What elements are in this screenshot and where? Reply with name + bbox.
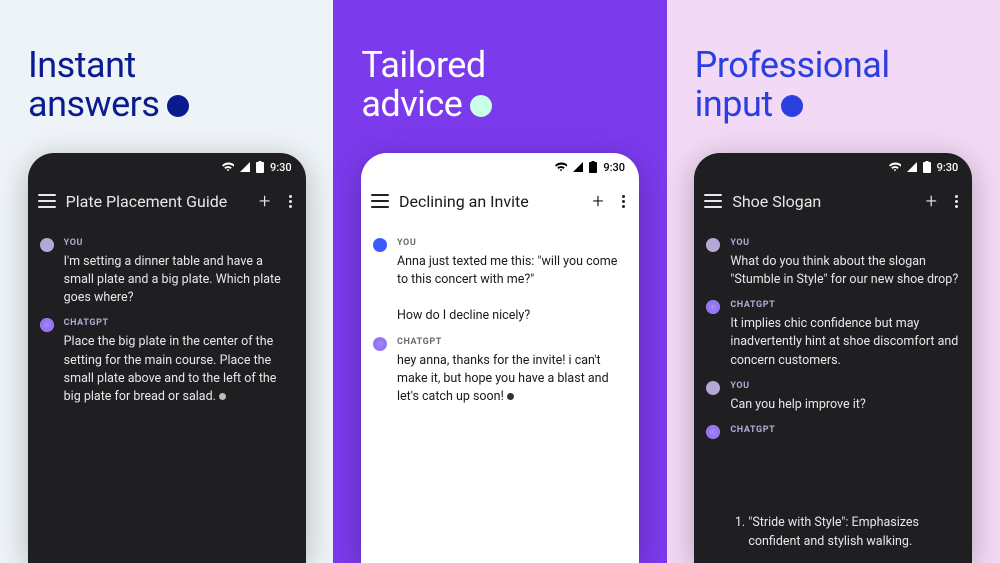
chat-thread: YOU I'm setting a dinner table and have … [28, 221, 306, 418]
app-bar: Plate Placement Guide + [28, 181, 306, 221]
status-time: 9:30 [270, 161, 292, 174]
battery-icon [923, 161, 931, 173]
plus-icon[interactable]: + [255, 191, 275, 211]
chat-thread: YOU What do you think about the slogan "… [694, 221, 972, 563]
status-bar: 9:30 [694, 153, 972, 181]
headline: Professional input [695, 46, 890, 124]
panel-professional-input: Professional input 9:30 Shoe Slogan + [667, 0, 1000, 563]
wifi-icon [555, 162, 567, 172]
avatar-user [706, 381, 720, 395]
wifi-icon [222, 162, 234, 172]
message-assistant: CHATGPT It implies chic confidence but m… [706, 299, 960, 369]
panel-instant-answers: Instant answers 9:30 Plate Placement Gui… [0, 0, 333, 563]
chat-thread: YOU Anna just texted me this: "will you … [361, 221, 639, 418]
app-showcase: Instant answers 9:30 Plate Placement Gui… [0, 0, 1000, 563]
phone-mockup: 9:30 Plate Placement Guide + YOU I'm set… [28, 153, 306, 563]
chat-title: Declining an Invite [399, 192, 578, 211]
avatar-user [706, 238, 720, 252]
status-time: 9:30 [603, 161, 625, 174]
chat-title: Plate Placement Guide [66, 192, 245, 211]
headline-line1: Instant [28, 46, 136, 85]
avatar-assistant [706, 300, 720, 314]
headline-line2: input [695, 85, 773, 124]
headline-dot-icon [167, 95, 189, 117]
message-user: YOU I'm setting a dinner table and have … [40, 237, 294, 307]
signal-icon [240, 162, 250, 172]
hamburger-icon[interactable] [704, 194, 722, 208]
headline-dot-icon [470, 95, 492, 117]
sender-label: CHATGPT [730, 299, 960, 312]
suggestion-list: "Stride with Style": Emphasizes confiden… [730, 478, 960, 563]
message-text: What do you think about the slogan "Stum… [730, 253, 960, 289]
message-text: I'm setting a dinner table and have a sm… [64, 253, 294, 307]
message-text: Place the big plate in the center of the… [64, 333, 294, 406]
avatar-user [40, 238, 54, 252]
sender-label: CHATGPT [730, 424, 960, 437]
sender-label: YOU [64, 237, 294, 250]
avatar-assistant [706, 425, 720, 439]
status-time: 9:30 [937, 161, 959, 174]
avatar-user [373, 238, 387, 252]
hamburger-icon[interactable] [38, 194, 56, 208]
plus-icon[interactable]: + [588, 191, 608, 211]
status-bar: 9:30 [28, 153, 306, 181]
cursor-dot-icon [219, 393, 226, 400]
message-text: Can you help improve it? [730, 396, 960, 414]
avatar-assistant [373, 337, 387, 351]
message-text: hey anna, thanks for the invite! i can't… [397, 352, 627, 406]
sender-label: CHATGPT [64, 317, 294, 330]
avatar-assistant [40, 318, 54, 332]
message-assistant: CHATGPT Place the big plate in the cente… [40, 317, 294, 406]
more-icon[interactable] [951, 195, 962, 208]
more-icon[interactable] [285, 195, 296, 208]
plus-icon[interactable]: + [921, 191, 941, 211]
more-icon[interactable] [618, 195, 629, 208]
sender-label: CHATGPT [397, 336, 627, 349]
status-bar: 9:30 [361, 153, 639, 181]
message-text: It implies chic confidence but may inadv… [730, 315, 960, 369]
phone-mockup: 9:30 Shoe Slogan + YOU What do you think… [694, 153, 972, 563]
headline: Instant answers [28, 46, 189, 124]
message-user: YOU Can you help improve it? [706, 380, 960, 414]
cursor-dot-icon [507, 393, 514, 400]
sender-label: YOU [730, 380, 960, 393]
message-text: Anna just texted me this: "will you come… [397, 253, 627, 326]
message-assistant: CHATGPT "Stride with Style": Emphasizes … [706, 424, 960, 563]
chat-title: Shoe Slogan [732, 192, 911, 211]
headline-line2: answers [28, 85, 159, 124]
list-item: "Stride with Style": Emphasizes confiden… [748, 514, 960, 550]
sender-label: YOU [397, 237, 627, 250]
headline-line1: Tailored [361, 46, 485, 85]
message-text: "Stride with Style": Emphasizes confiden… [730, 440, 960, 563]
headline-line2: advice [361, 85, 462, 124]
battery-icon [256, 161, 264, 173]
signal-icon [907, 162, 917, 172]
wifi-icon [889, 162, 901, 172]
hamburger-icon[interactable] [371, 194, 389, 208]
message-user: YOU Anna just texted me this: "will you … [373, 237, 627, 326]
headline: Tailored advice [361, 46, 492, 124]
signal-icon [573, 162, 583, 172]
headline-dot-icon [781, 95, 803, 117]
app-bar: Shoe Slogan + [694, 181, 972, 221]
app-bar: Declining an Invite + [361, 181, 639, 221]
panel-tailored-advice: Tailored advice 9:30 Declining an Invite… [333, 0, 666, 563]
battery-icon [589, 161, 597, 173]
phone-mockup: 9:30 Declining an Invite + YOU Anna just… [361, 153, 639, 563]
message-assistant: CHATGPT hey anna, thanks for the invite!… [373, 336, 627, 406]
headline-line1: Professional [695, 46, 890, 85]
message-user: YOU What do you think about the slogan "… [706, 237, 960, 289]
sender-label: YOU [730, 237, 960, 250]
